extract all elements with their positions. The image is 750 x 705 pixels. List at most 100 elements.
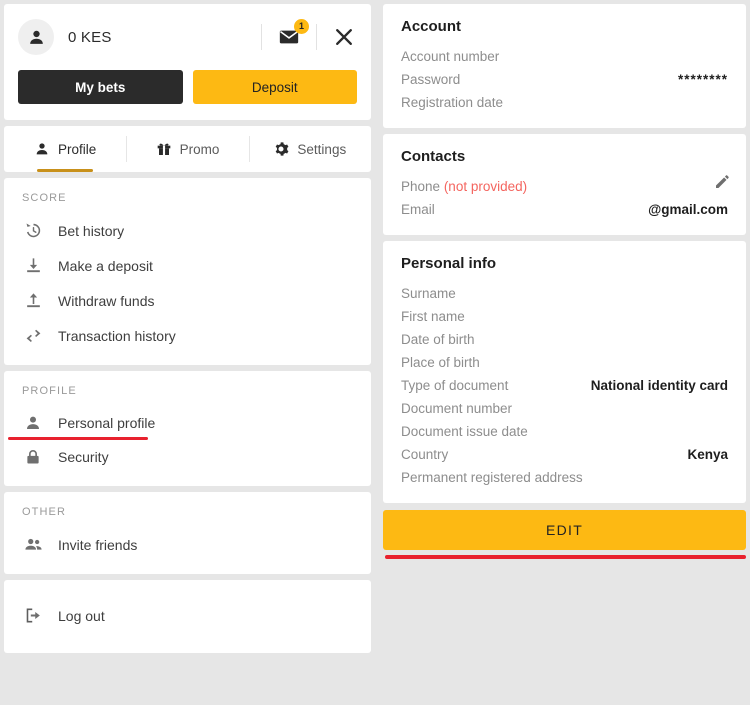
row-label: Registration date — [401, 95, 504, 110]
row-value: National identity card — [590, 378, 728, 393]
menu-item-bet-history[interactable]: Bet history — [4, 213, 371, 248]
menu-item-label: Log out — [58, 607, 105, 624]
divider — [316, 24, 317, 50]
pencil-icon — [716, 175, 729, 188]
personal-info-row-document-number: Document number — [401, 397, 728, 420]
row-label: Password — [401, 72, 461, 87]
personal-info-row-type-of-document: Type of document National identity card — [401, 374, 728, 397]
row-label: Phone (not provided) — [401, 178, 527, 195]
row-label: Surname — [401, 286, 456, 301]
menu-item-label: Withdraw funds — [58, 292, 155, 309]
row-label: Place of birth — [401, 355, 480, 370]
profile-tabs: Profile Promo Settings — [4, 126, 371, 172]
row-label: Document issue date — [401, 424, 528, 439]
menu-item-invite-friends[interactable]: Invite friends — [4, 527, 371, 562]
account-row-registration-date: Registration date — [401, 91, 728, 114]
personal-info-card-title: Personal info — [401, 255, 497, 272]
row-label: Type of document — [401, 378, 509, 393]
row-label: Email — [401, 202, 435, 217]
avatar — [18, 19, 54, 55]
balance-label: 0 KES — [68, 28, 112, 46]
transfer-icon — [22, 326, 44, 345]
menu-group-profile: PROFILE Personal profile Security — [4, 371, 371, 486]
profile-page: 0 KES 1 My bets Deposit Profile Promo Se… — [0, 0, 750, 705]
header-actions: 1 — [247, 19, 357, 50]
tab-settings-label: Settings — [297, 141, 347, 157]
left-column: 0 KES 1 My bets Deposit Profile Promo Se… — [0, 0, 375, 705]
account-card: Account Account number Password ********… — [383, 4, 746, 128]
row-value: @gmail.com — [648, 202, 728, 217]
row-label: Country — [401, 447, 449, 462]
account-card-title: Account — [401, 18, 461, 35]
people-icon — [22, 535, 44, 554]
person-icon — [29, 30, 43, 44]
row-label: Permanent registered address — [401, 470, 583, 485]
personal-info-row-date-of-birth: Date of birth — [401, 328, 728, 351]
tab-settings[interactable]: Settings — [248, 126, 371, 172]
menu-item-label: Transaction history — [58, 327, 176, 344]
personal-info-card: Personal info Surname First name Date of… — [383, 241, 746, 503]
upload-icon — [22, 291, 44, 310]
gear-icon — [276, 142, 289, 156]
menu-group-other: OTHER Invite friends — [4, 492, 371, 574]
menu-group-score: SCORE Bet history Make a deposit Withdra… — [4, 178, 371, 365]
contacts-card-title: Contacts — [401, 148, 466, 165]
personal-info-row-document-issue-date: Document issue date — [401, 420, 728, 443]
menu-item-withdraw-funds[interactable]: Withdraw funds — [4, 283, 371, 318]
messages-badge: 1 — [294, 19, 309, 34]
header-buttons: My bets Deposit — [18, 70, 357, 104]
annotation-underline-edit — [385, 555, 746, 559]
right-column: Account Account number Password ********… — [383, 0, 750, 705]
account-row-number: Account number — [401, 45, 728, 68]
contacts-row-email: Email @gmail.com — [401, 198, 728, 221]
personal-info-row-first-name: First name — [401, 305, 728, 328]
account-header-card: 0 KES 1 My bets Deposit — [4, 4, 371, 120]
profile-tabs-card: Profile Promo Settings — [4, 126, 371, 172]
menu-item-personal-profile[interactable]: Personal profile — [4, 406, 371, 440]
gift-icon — [157, 143, 170, 155]
menu-item-label: Bet history — [58, 222, 125, 239]
edit-button[interactable]: EDIT — [383, 510, 746, 550]
personal-info-row-permanent-address: Permanent registered address — [401, 466, 728, 489]
deposit-button[interactable]: Deposit — [192, 70, 357, 104]
close-icon — [336, 29, 352, 45]
personal-info-row-country: Country Kenya — [401, 443, 728, 466]
menu-item-label: Personal profile — [58, 415, 156, 431]
lock-icon — [22, 448, 44, 466]
menu-item-label: Invite friends — [58, 536, 138, 553]
edit-button-wrapper: EDIT — [383, 510, 746, 559]
account-header-row: 0 KES 1 — [18, 18, 357, 56]
row-label: Document number — [401, 401, 513, 416]
tab-promo[interactable]: Promo — [126, 126, 248, 172]
personal-info-row-place-of-birth: Place of birth — [401, 351, 728, 374]
group-title-profile: PROFILE — [22, 385, 77, 397]
row-value: Kenya — [687, 447, 728, 462]
phone-label: Phone — [401, 179, 441, 194]
tab-active-indicator — [37, 169, 94, 172]
person-icon — [22, 414, 44, 432]
row-label: First name — [401, 309, 465, 324]
row-label: Date of birth — [401, 332, 475, 347]
tab-promo-label: Promo — [179, 141, 220, 157]
menu-item-make-a-deposit[interactable]: Make a deposit — [4, 248, 371, 283]
menu-item-label: Make a deposit — [58, 257, 153, 274]
history-icon — [22, 221, 44, 240]
row-value: ******** — [677, 72, 728, 87]
menu-item-security[interactable]: Security — [4, 440, 371, 474]
account-row-password: Password ******** — [401, 68, 728, 91]
close-button[interactable] — [331, 24, 357, 50]
personal-info-row-surname: Surname — [401, 282, 728, 305]
menu-item-log-out[interactable]: Log out — [4, 598, 371, 633]
contacts-row-phone: Phone (not provided) — [401, 175, 728, 198]
divider — [261, 24, 262, 50]
my-bets-button[interactable]: My bets — [18, 70, 183, 104]
group-title-score: SCORE — [22, 192, 67, 204]
tab-profile[interactable]: Profile — [4, 126, 126, 172]
menu-item-transaction-history[interactable]: Transaction history — [4, 318, 371, 353]
edit-contacts-button[interactable] — [714, 174, 730, 195]
contacts-card: Contacts Phone (not provided) Email @gma… — [383, 134, 746, 235]
download-icon — [22, 256, 44, 275]
messages-button[interactable]: 1 — [276, 19, 309, 50]
logout-icon — [22, 606, 44, 625]
person-icon — [36, 143, 48, 155]
